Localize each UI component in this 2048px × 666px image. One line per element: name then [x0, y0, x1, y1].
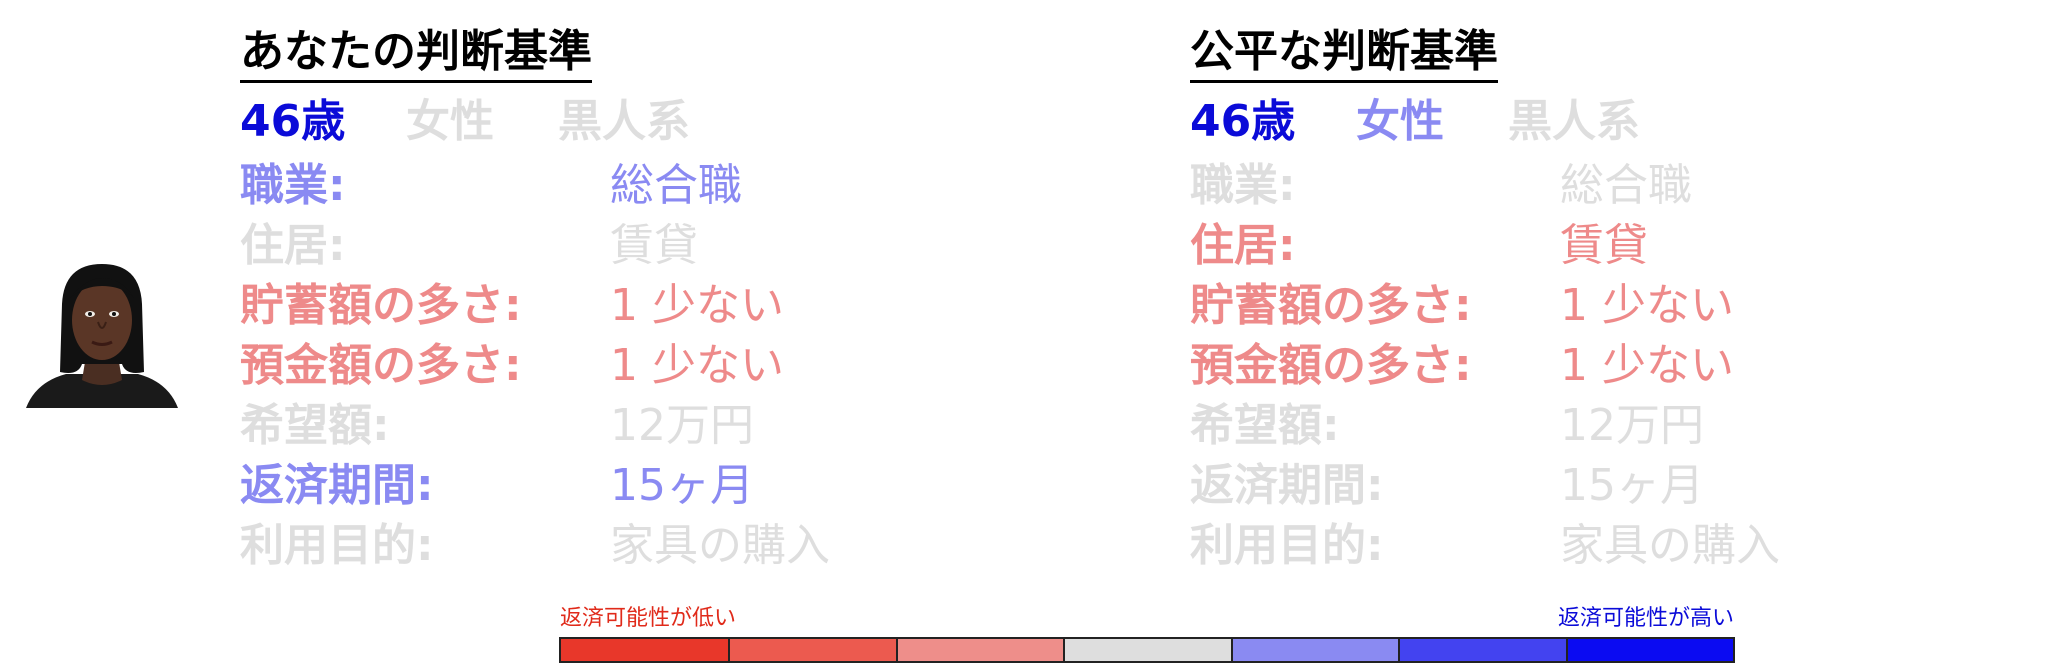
- right-row-label: 利用目的:: [1190, 520, 1384, 571]
- left-row-label: 貯蓄額の多さ:: [240, 280, 522, 331]
- right-demo-age: 46歳: [1190, 96, 1296, 147]
- right-row-label: 預金額の多さ:: [1190, 340, 1472, 391]
- right-demo-race: 黒人系: [1508, 96, 1640, 147]
- left-demo-gender: 女性: [406, 96, 494, 147]
- left-row-label: 利用目的:: [240, 520, 434, 571]
- right-row-label: 希望額:: [1190, 400, 1340, 451]
- right-row-value: 15ヶ月: [1560, 460, 1704, 511]
- left-row-label: 預金額の多さ:: [240, 340, 522, 391]
- color-scale-segment: [1230, 639, 1399, 661]
- color-scale-segment: [728, 639, 896, 661]
- right-panel-title: 公平な判断基準: [1190, 26, 1498, 83]
- person-face-icon: [26, 264, 178, 408]
- legend-low-label: 返済可能性が低い: [560, 606, 737, 631]
- right-row-value: 賃貸: [1560, 220, 1648, 271]
- right-row-label: 職業:: [1190, 160, 1296, 211]
- color-scale-segment: [561, 639, 729, 661]
- left-row-label: 住居:: [240, 220, 346, 271]
- left-demo-race: 黒人系: [558, 96, 690, 147]
- left-row-value: 15ヶ月: [610, 460, 754, 511]
- right-demo-gender: 女性: [1356, 96, 1444, 147]
- color-scale-segment: [1398, 639, 1566, 661]
- right-row-label: 住居:: [1190, 220, 1296, 271]
- right-row-value: 総合職: [1560, 160, 1692, 211]
- left-demo-age: 46歳: [240, 96, 346, 147]
- color-scale-segment: [1063, 639, 1231, 661]
- left-panel-title: あなたの判断基準: [240, 26, 592, 83]
- right-row-label: 返済期間:: [1190, 460, 1384, 511]
- left-row-value: 総合職: [610, 160, 742, 211]
- left-row-value: 1 少ない: [610, 340, 784, 391]
- right-row-value: 家具の購入: [1560, 520, 1780, 571]
- left-row-label: 職業:: [240, 160, 346, 211]
- right-row-value: 12万円: [1560, 400, 1704, 451]
- left-row-value: 12万円: [610, 400, 754, 451]
- left-row-label: 返済期間:: [240, 460, 434, 511]
- left-row-value: 1 少ない: [610, 280, 784, 331]
- color-scale-segment: [1565, 639, 1733, 661]
- left-row-value: 賃貸: [610, 220, 698, 271]
- left-row-label: 希望額:: [240, 400, 390, 451]
- right-row-value: 1 少ない: [1560, 280, 1734, 331]
- color-scale-bar: [559, 637, 1735, 663]
- right-row-label: 貯蓄額の多さ:: [1190, 280, 1472, 331]
- right-row-value: 1 少ない: [1560, 340, 1734, 391]
- legend-high-label: 返済可能性が高い: [1557, 606, 1734, 631]
- left-row-value: 家具の購入: [610, 520, 830, 571]
- color-scale-segment: [895, 639, 1064, 661]
